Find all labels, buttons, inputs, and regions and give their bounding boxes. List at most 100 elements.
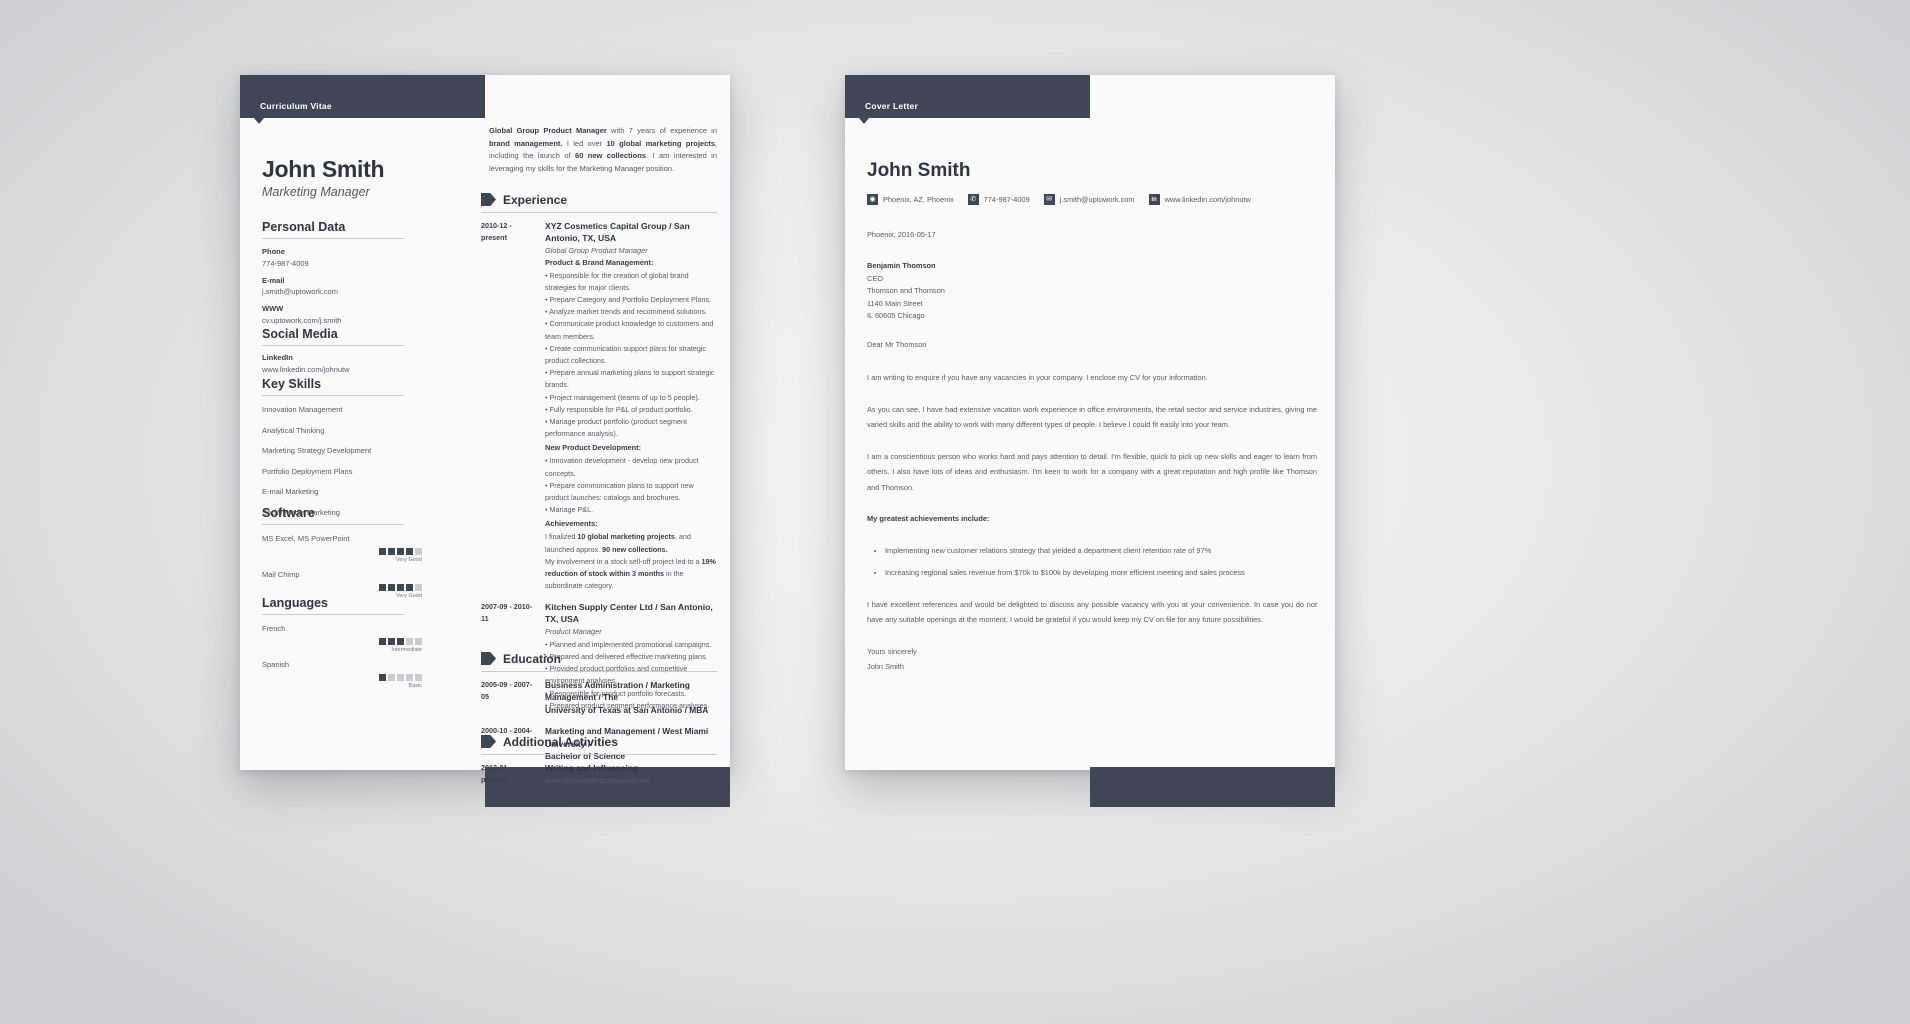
contact-email[interactable]: ✉ j.smith@uptowork.com: [1043, 194, 1135, 205]
rating-box: [379, 638, 386, 645]
recipient-street: 1140 Main Street: [867, 298, 923, 308]
rating-caption: Intermediate: [391, 647, 422, 653]
experience-group-title: Product & Brand Management:: [545, 257, 654, 267]
bullet: • Prepare Category and Portfolio Deploym…: [545, 294, 711, 304]
software-name: Mail Chimp: [262, 570, 300, 579]
phone-value: 774-987-4009: [262, 258, 309, 268]
achievements-heading: My greatest achievements include:: [867, 514, 990, 523]
contact-linkedin[interactable]: in www.linkedin.com/johnutw: [1148, 194, 1251, 205]
summary-bold-4: 60 new collections: [575, 151, 646, 161]
bullet: • Project management (teams of up to 5 p…: [545, 392, 700, 402]
bullet: • Prepare communication plans to support…: [545, 480, 694, 502]
paragraph: As you can see, I have had extensive vac…: [867, 404, 1317, 430]
contact-location-text: Phoenix, AZ, Phoenix: [883, 195, 954, 204]
rating-box: [397, 548, 404, 555]
additional-heading-row: Additional Activities: [481, 733, 717, 751]
contact-linkedin-text: www.linkedin.com/johnutw: [1164, 195, 1251, 204]
achievement-line: I finalized 10 global marketing projects…: [545, 531, 717, 555]
software-list: MS Excel, MS PowerPoint Very Good Mail C…: [262, 534, 422, 599]
experience-group-title: New Product Development:: [545, 443, 642, 453]
email-icon: ✉: [1043, 194, 1055, 205]
cv-summary: Global Group Product Manager with 7 year…: [489, 125, 717, 175]
experience-title: XYZ Cosmetics Capital Group / San Antoni…: [545, 221, 690, 243]
achievements-list: Implementing new customer relations stra…: [867, 543, 1317, 581]
divider: [481, 754, 717, 755]
ach-text: My involvement in a stock sell-off proje…: [545, 556, 702, 566]
rating-boxes: [379, 674, 422, 681]
linkedin-icon: in: [1148, 194, 1160, 205]
rating-box: [415, 674, 422, 681]
location-icon: ◉: [867, 194, 878, 205]
additional-dates: 2012-01 - present: [481, 763, 512, 784]
experience-heading-row: Experience: [481, 191, 717, 209]
languages-section: Languages French Intermediate Spanish Ba…: [262, 596, 422, 689]
cv-name: John Smith: [262, 156, 385, 182]
software-rating-row: Mail Chimp Very Good: [262, 570, 422, 599]
achievement-item: Implementing new customer relations stra…: [885, 543, 1317, 559]
rating-boxes: [379, 584, 422, 591]
linkedin-value[interactable]: www.linkedin.com/johnutw: [262, 365, 404, 374]
summary-bold-2: brand management.: [489, 138, 563, 148]
rating-boxes: [379, 638, 422, 645]
bullet: • Create communication support plans for…: [545, 343, 707, 365]
rating-box: [379, 548, 386, 555]
email-label: E-mail: [262, 275, 285, 285]
software-name: MS Excel, MS PowerPoint: [262, 534, 350, 543]
sign-off: Yours sincerely: [867, 646, 917, 656]
www-value: cv.uptowork.com/j.smith: [262, 315, 342, 325]
skill-item: Marketing Strategy Development: [262, 446, 372, 455]
skill-item: Analytical Thinking: [262, 425, 325, 435]
phone-icon: ✆: [967, 194, 979, 205]
language-name: Spanish: [262, 660, 290, 669]
cover-letter-footer-bar: [1090, 767, 1335, 807]
bullet: • Fully responsible for P&L of product p…: [545, 404, 693, 414]
personal-data-section: Personal Data Phone 774-987-4009 E-mail …: [262, 220, 404, 325]
experience-bullets: • Responsible for the creation of global…: [545, 270, 717, 441]
additional-activities-block: Additional Activities 2012-01 - present …: [481, 733, 717, 794]
rating-box: [388, 638, 395, 645]
additional-sub[interactable]: www.mymarketingcampaings.me: [545, 776, 717, 785]
experience-item: 2010-12 - present XYZ Cosmetics Capital …: [481, 220, 717, 592]
rating-box: [415, 548, 422, 555]
rating-box: [415, 584, 422, 591]
cover-letter-name: John Smith: [867, 160, 971, 181]
contact-phone[interactable]: ✆ 774-987-4009: [967, 194, 1030, 205]
language-name: French: [262, 624, 286, 633]
divider: [262, 238, 404, 239]
recipient-title: CEO: [867, 273, 884, 283]
linkedin-label: LinkedIn: [262, 353, 293, 362]
rating-caption: Very Good: [396, 557, 422, 563]
divider: [262, 614, 404, 615]
contact-email-text: j.smith@uptowork.com: [1059, 195, 1135, 204]
bullet: • Analyze market trends and recommend so…: [545, 307, 707, 317]
cv-page: Curriculum Vitae John Smith Marketing Ma…: [240, 75, 730, 807]
rating-box: [397, 638, 404, 645]
additional-item: 2012-01 - present Writing and Influencin…: [481, 762, 717, 785]
ach-bold: 90 new collections.: [602, 544, 668, 554]
achievements-title: Achievements:: [545, 519, 598, 529]
cover-letter-banner-notch: [859, 118, 869, 124]
signature: John Smith: [867, 662, 904, 671]
cover-letter-banner: Cover Letter: [845, 75, 1090, 118]
contact-phone-text: 774-987-4009: [983, 195, 1030, 204]
key-skills-heading: Key Skills: [262, 377, 322, 391]
experience-title: Kitchen Supply Center Ltd / San Antonio,…: [545, 602, 713, 625]
education-heading: Education: [503, 652, 562, 666]
social-media-section: Social Media LinkedIn www.linkedin.com/j…: [262, 327, 404, 374]
ach-bold: 10 global marketing projects: [577, 532, 675, 542]
contact-location[interactable]: ◉ Phoenix, AZ, Phoenix: [867, 194, 954, 205]
education-item: 2005-09 - 2007-05 Business Administratio…: [481, 679, 717, 716]
rating-box: [397, 584, 404, 591]
language-rating-row: Spanish Basic: [262, 660, 422, 689]
cv-sidebar: John Smith Marketing Manager Personal Da…: [240, 118, 485, 770]
skill-item: Portfolio Deployment Plans: [262, 466, 353, 476]
recipient-company: Thomson and Thomson: [867, 286, 945, 296]
divider: [262, 345, 404, 346]
software-rating-row: MS Excel, MS PowerPoint Very Good: [262, 534, 422, 563]
experience-bullets: • Innovation development - develop new p…: [545, 455, 717, 516]
summary-bold-3: 10 global marketing projects: [606, 138, 715, 148]
cv-banner: Curriculum Vitae: [240, 75, 485, 118]
bullet: • Innovation development - develop new p…: [545, 456, 699, 478]
divider: [481, 212, 717, 213]
arrow-icon: [481, 652, 496, 665]
